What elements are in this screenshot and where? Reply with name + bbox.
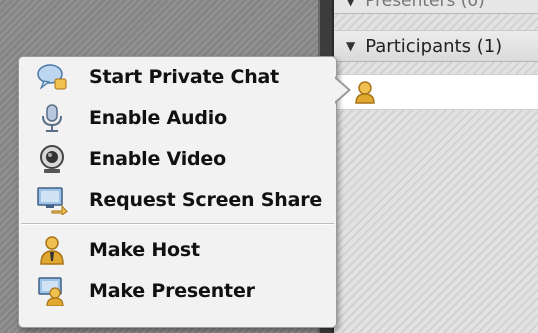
participant-context-menu: Start Private Chat Enable Audio Enable V… [18,56,337,328]
host-user-icon [35,233,69,267]
participants-label: Participants (1) [365,35,503,57]
menu-item-start-private-chat[interactable]: Start Private Chat [19,57,336,97]
menu-pointer-fill [333,77,348,103]
microphone-icon [35,101,69,135]
participants-section-header[interactable]: ▼ Participants (1) [334,30,538,62]
presenters-label: Presenters (0) [365,0,485,11]
menu-item-label: Request Screen Share [89,189,323,211]
menu-item-label: Enable Video [89,148,226,170]
menu-item-enable-audio[interactable]: Enable Audio [19,98,336,138]
screen-share-icon [35,183,69,217]
menu-item-label: Enable Audio [89,107,227,129]
expand-triangle-icon: ▼ [346,0,356,8]
chat-bubble-icon [35,60,69,94]
menu-item-request-screen-share[interactable]: Request Screen Share [19,180,336,220]
webcam-icon [35,142,69,176]
participant-row[interactable] [334,74,538,110]
attendees-pod: ▼ Presenters (0) ▼ Participants (1) [334,0,538,333]
menu-item-enable-video[interactable]: Enable Video [19,139,336,179]
collapse-triangle-icon: ▼ [346,39,356,53]
menu-item-make-host[interactable]: Make Host [19,230,336,270]
menu-separator [21,223,334,225]
presenter-icon [35,274,69,308]
menu-item-label: Start Private Chat [89,66,280,88]
menu-item-label: Make Presenter [89,280,255,302]
menu-item-make-presenter[interactable]: Make Presenter [19,271,336,311]
participant-user-icon [355,81,375,104]
menu-item-label: Make Host [89,239,200,261]
presenters-section-header[interactable]: ▼ Presenters (0) [334,0,538,14]
